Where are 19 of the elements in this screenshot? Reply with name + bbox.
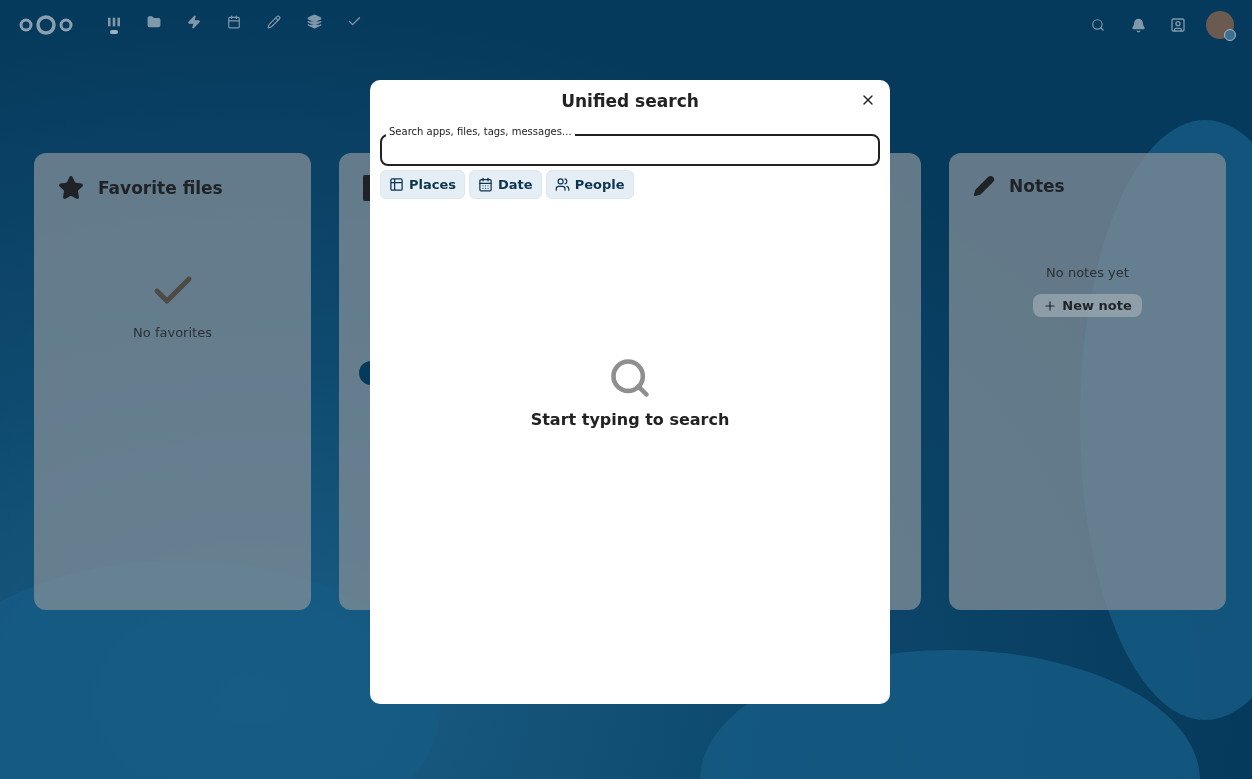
logo-icon[interactable] (18, 13, 74, 37)
empty-message: No notes yet (1046, 265, 1129, 280)
calendar-icon (478, 177, 494, 192)
widget-title: Notes (1009, 176, 1065, 196)
filter-button[interactable]: Places (380, 170, 466, 199)
empty-state-message: Start typing to search (530, 410, 730, 429)
empty-message: No favorites (133, 325, 212, 340)
table-icon (389, 177, 404, 192)
people-icon (554, 177, 570, 192)
star-icon (58, 175, 84, 201)
widget-title: Favorite files (98, 178, 223, 198)
dialog-title: Unified search (561, 91, 699, 111)
plus-icon (1043, 298, 1058, 313)
filter-button[interactable]: Date (469, 170, 542, 199)
avatar[interactable] (1206, 11, 1234, 39)
new-note-button[interactable]: New note (1033, 294, 1142, 317)
filter-button[interactable]: People (545, 170, 634, 199)
search-icon (608, 356, 652, 400)
pencil-icon (973, 175, 995, 197)
